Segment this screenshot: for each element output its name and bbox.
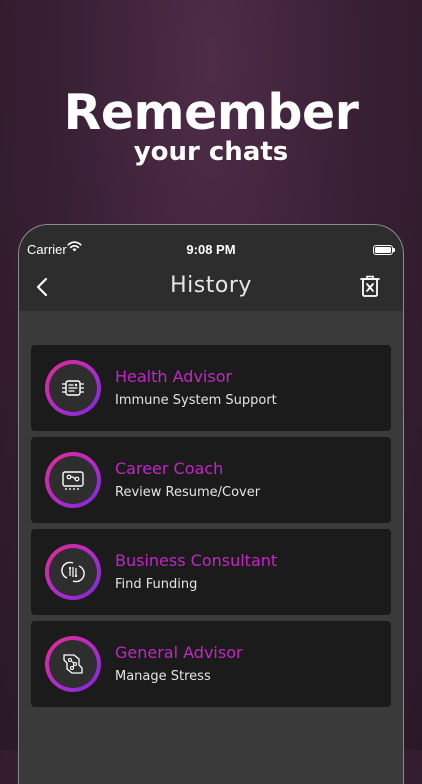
battery-icon: [373, 245, 395, 255]
history-item-title: Health Advisor: [115, 367, 233, 386]
history-item-subtitle: Manage Stress: [115, 669, 211, 684]
history-item-subtitle: Immune System Support: [115, 393, 277, 408]
status-time: 9:08 PM: [186, 242, 236, 257]
navigation-bar: History: [19, 265, 403, 311]
history-item-title: General Advisor: [115, 643, 243, 662]
history-item-health-advisor[interactable]: Health Advisor Immune System Support: [31, 345, 391, 431]
phone-frame: Carrier 9:08 PM History Health Advisor I…: [18, 224, 404, 784]
history-item-general-advisor[interactable]: General Advisor Manage Stress: [31, 621, 391, 707]
trash-icon: [360, 275, 380, 297]
history-list: Health Advisor Immune System Support Car…: [19, 311, 403, 784]
delete-history-button[interactable]: [359, 274, 381, 298]
status-bar: Carrier 9:08 PM: [19, 225, 403, 265]
avatar: [45, 636, 101, 692]
avatar: [45, 452, 101, 508]
circuit-brain-icon: [63, 654, 83, 674]
history-item-subtitle: Find Funding: [115, 577, 198, 592]
circuit-board-icon: [62, 471, 84, 490]
promo-subline: your chats: [133, 137, 289, 167]
history-item-title: Career Coach: [115, 459, 224, 478]
avatar: [45, 360, 101, 416]
circuit-sync-icon: [61, 561, 85, 583]
promo-headline: Remember: [63, 84, 359, 141]
circuit-chip-icon: [62, 380, 84, 396]
history-item-business-consultant[interactable]: Business Consultant Find Funding: [31, 529, 391, 615]
history-item-title: Business Consultant: [115, 551, 278, 570]
page-title: History: [170, 273, 252, 298]
avatar: [45, 544, 101, 600]
history-item-career-coach[interactable]: Career Coach Review Resume/Cover: [31, 437, 391, 523]
history-item-subtitle: Review Resume/Cover: [115, 485, 261, 500]
